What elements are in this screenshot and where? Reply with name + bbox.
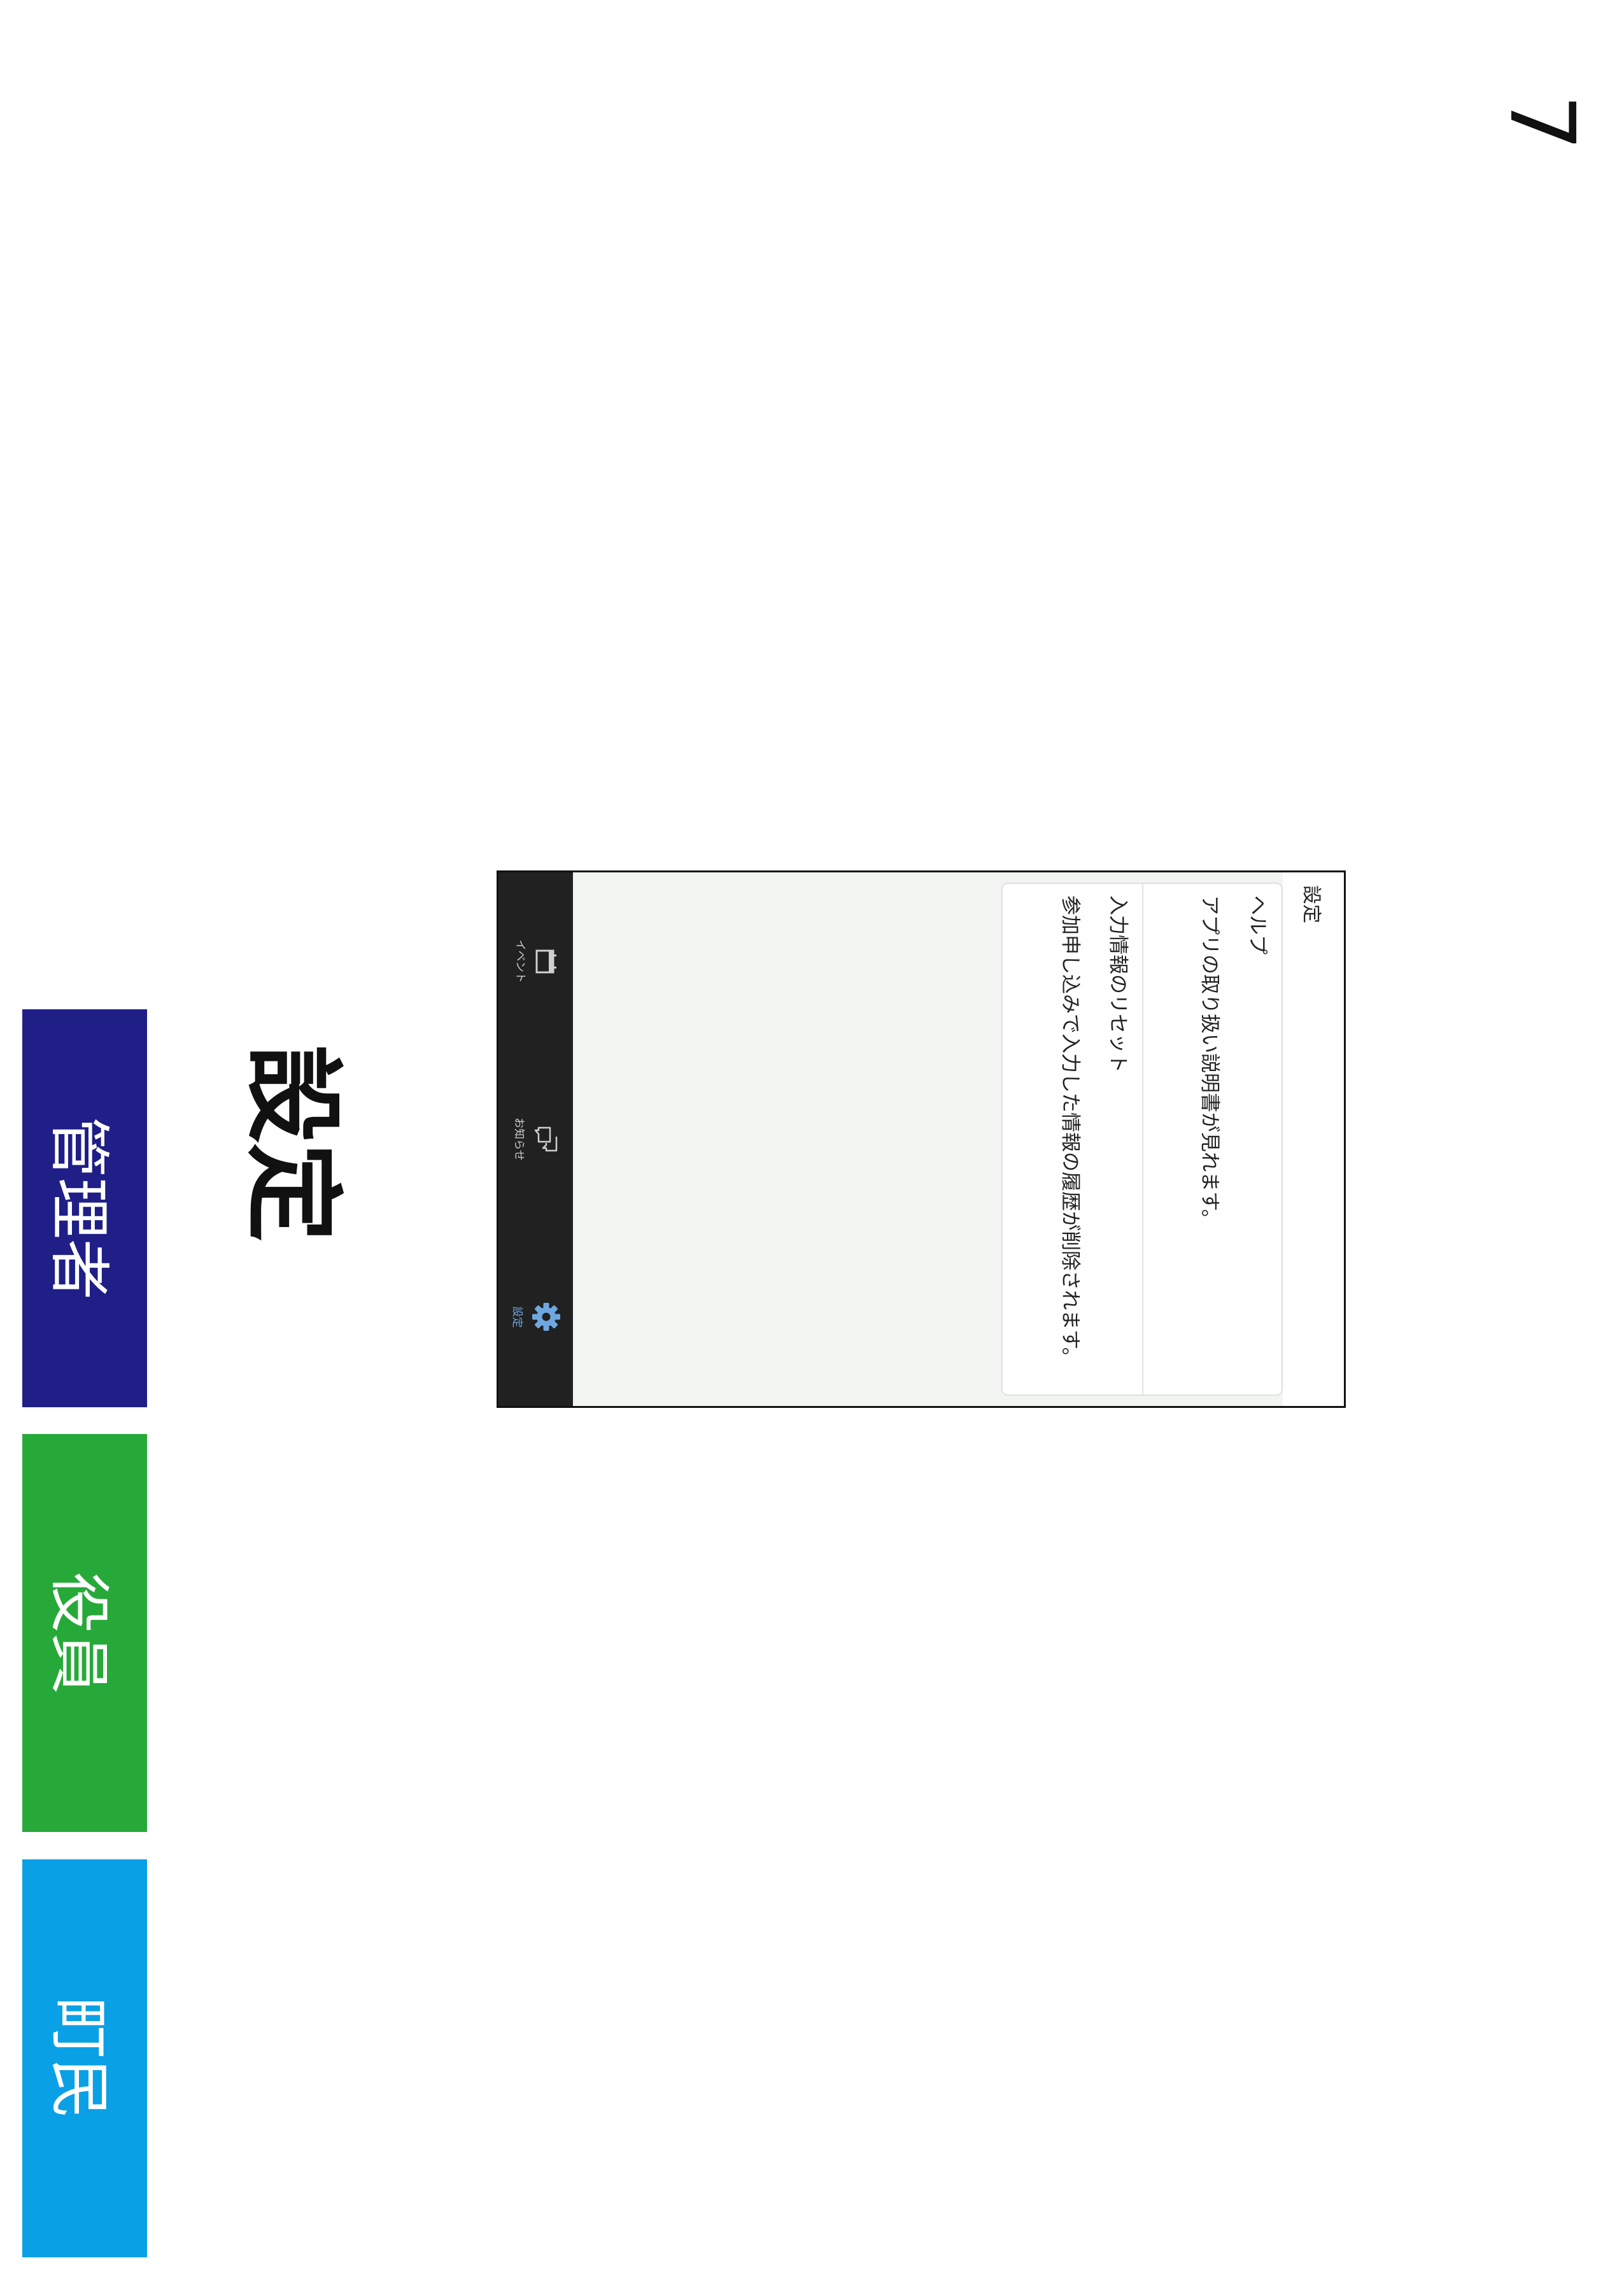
role-tab-admin-label: 管理者 xyxy=(43,1116,115,1300)
settings-list: ヘルプ アプリの取り扱い説明書が見れます。 入力情報のリセット 参加申し込みで入… xyxy=(1001,883,1283,1396)
tab-events[interactable]: イベント xyxy=(498,872,573,1050)
slide: 7 設定 管理者 役員 町民 設定 ヘルプ アプリの取り扱い説明書が見れます。 … xyxy=(0,0,1624,2279)
page-title: 設定 xyxy=(235,1044,350,1242)
settings-item-title: ヘルプ xyxy=(1246,895,1269,955)
settings-item-reset[interactable]: 入力情報のリセット 参加申し込みで入力した情報の履歴が削除されます。 xyxy=(1003,884,1142,1395)
app-header-title: 設定 xyxy=(1300,885,1322,923)
tab-events-label: イベント xyxy=(514,939,526,983)
role-tab-officer-label: 役員 xyxy=(43,1572,115,1694)
tab-news[interactable]: お知らせ xyxy=(498,1050,573,1228)
gear-icon xyxy=(532,1303,560,1331)
settings-item-help[interactable]: ヘルプ アプリの取り扱い説明書が見れます。 xyxy=(1142,884,1282,1395)
phone-content: 設定 ヘルプ アプリの取り扱い説明書が見れます。 入力情報のリセット 参加申し込… xyxy=(573,872,1344,1406)
page-number: 7 xyxy=(1490,94,1593,152)
role-tab-resident[interactable]: 町民 xyxy=(22,1859,147,2257)
bottom-tab-bar: イベント お知らせ 設定 xyxy=(498,872,573,1406)
tab-settings[interactable]: 設定 xyxy=(498,1228,573,1406)
settings-item-description: アプリの取り扱い説明書が見れます。 xyxy=(1197,895,1221,1229)
tab-news-label: お知らせ xyxy=(512,1118,525,1161)
role-tab-admin[interactable]: 管理者 xyxy=(22,1009,147,1407)
chat-bubbles-icon xyxy=(534,1126,558,1152)
settings-item-title: 入力情報のリセット xyxy=(1106,895,1129,1073)
role-tab-officer[interactable]: 役員 xyxy=(22,1434,147,1832)
role-tab-resident-label: 町民 xyxy=(43,1997,115,2120)
tab-settings-label: 設定 xyxy=(511,1306,523,1328)
settings-item-description: 参加申し込みで入力した情報の履歴が削除されます。 xyxy=(1058,895,1082,1367)
app-header: 設定 xyxy=(1283,872,1344,1406)
phone-screenshot: 設定 ヘルプ アプリの取り扱い説明書が見れます。 入力情報のリセット 参加申し込… xyxy=(497,870,1346,1408)
calendar-icon xyxy=(535,949,556,974)
